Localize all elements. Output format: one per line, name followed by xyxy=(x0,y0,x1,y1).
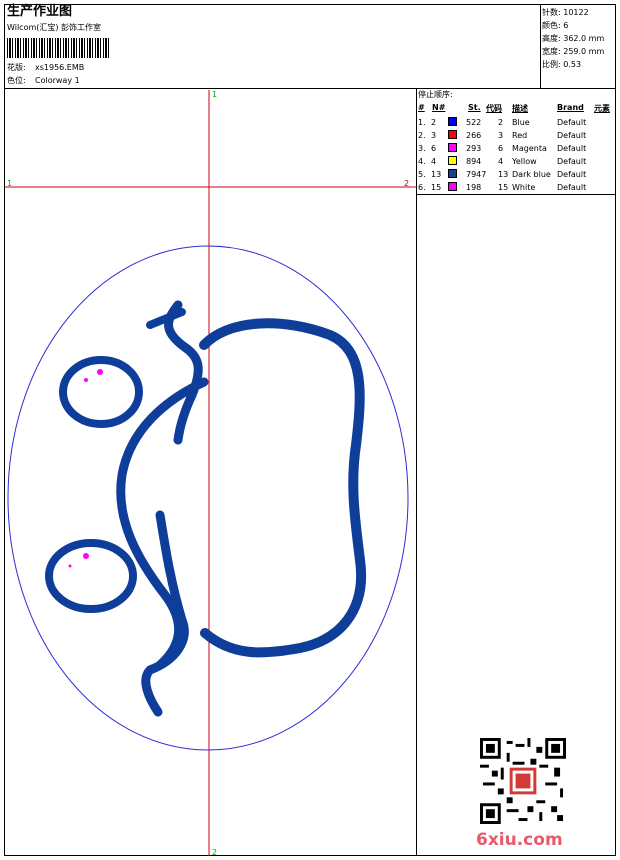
body-shape xyxy=(199,318,367,658)
design-canvas xyxy=(5,90,416,856)
right-marker: 2 xyxy=(404,179,410,188)
bottom-marker: 2 xyxy=(212,848,218,857)
stem-lower xyxy=(141,510,189,717)
eye-lower-ring xyxy=(45,539,137,613)
top-marker: 1 xyxy=(212,90,218,99)
watermark-logo: 6xiu.com xyxy=(476,830,563,850)
outline-ellipse xyxy=(7,245,409,751)
stem-upper xyxy=(164,300,203,445)
eye-lower-dot xyxy=(83,553,89,559)
eye-lower-dot-small xyxy=(68,564,72,568)
eye-upper-dot-small xyxy=(84,378,88,382)
eye-upper-dot xyxy=(97,369,103,375)
qr-code xyxy=(480,738,566,824)
left-marker: 1 xyxy=(7,179,13,188)
